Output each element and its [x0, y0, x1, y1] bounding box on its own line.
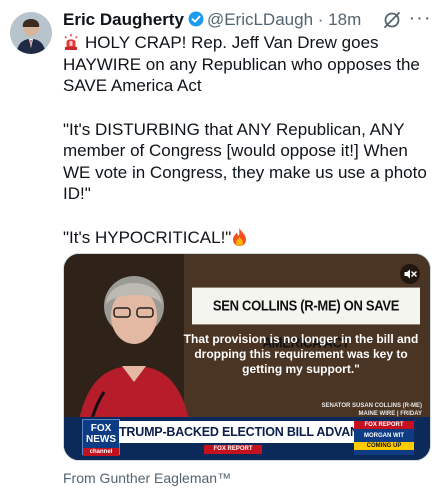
fire-icon [232, 227, 247, 246]
grok-icon[interactable] [382, 10, 402, 30]
coming-up-name: MORGAN WIT [364, 433, 404, 439]
author-avatar[interactable] [10, 12, 52, 54]
logo-line-1: FOX [90, 423, 112, 434]
fox-news-logo: FOX NEWS channel [82, 419, 120, 456]
fox-report-tag: FOX REPORT [204, 445, 262, 454]
tweet-timestamp[interactable]: 18m [328, 10, 361, 29]
quote-attribution-line1: SENATOR SUSAN COLLINS (R-ME) [321, 403, 422, 409]
media-attribution[interactable]: From Gunther Eagleman™ [63, 469, 231, 487]
banner-title: SEN COLLINS (R-ME) ON SAVE AMERICA ACT [192, 287, 420, 351]
quote-text: That provision is no longer in the bill … [183, 332, 419, 376]
speaker-mute-icon[interactable] [400, 264, 420, 284]
embedded-video[interactable]: SEN COLLINS (R-ME) ON SAVE AMERICA ACT T… [63, 253, 431, 461]
coming-up-report: FOX REPORT [354, 421, 414, 429]
avatar-image [10, 12, 52, 54]
news-headline: TRUMP-BACKED ELECTION BILL ADVANCES [119, 421, 384, 443]
quote-attribution: SENATOR SUSAN COLLINS (R-ME) MAINE WIRE … [246, 402, 422, 418]
tweet-text: HOLY CRAP! Rep. Jeff Van Drew goes HAYWI… [63, 32, 435, 248]
author-handle[interactable]: @EricLDaugh [207, 10, 313, 29]
tweet-header: Eric Daugherty @EricLDaugh · 18m [63, 9, 434, 31]
tweet-line-1: HOLY CRAP! Rep. Jeff Van Drew goes HAYWI… [63, 33, 420, 95]
verified-badge-icon [188, 11, 204, 27]
logo-line-2: NEWS [86, 434, 116, 445]
separator-dot: · [317, 10, 324, 29]
coming-up-label: COMING UP [354, 442, 414, 450]
logo-line-3: channel [83, 448, 119, 456]
tweet-line-3: "It's HYPOCRITICAL!" [63, 227, 232, 247]
more-options-icon[interactable]: ··· [406, 8, 434, 32]
author-name[interactable]: Eric Daugherty [63, 10, 184, 29]
coming-up-box: FOX REPORT MORGAN WIT COMING UP [354, 421, 414, 455]
tweet-line-2: "It's DISTURBING that ANY Republican, AN… [63, 119, 427, 204]
news-lower-third: FOX NEWS channel TRUMP-BACKED ELECTION B… [64, 417, 430, 460]
siren-icon [63, 34, 79, 50]
